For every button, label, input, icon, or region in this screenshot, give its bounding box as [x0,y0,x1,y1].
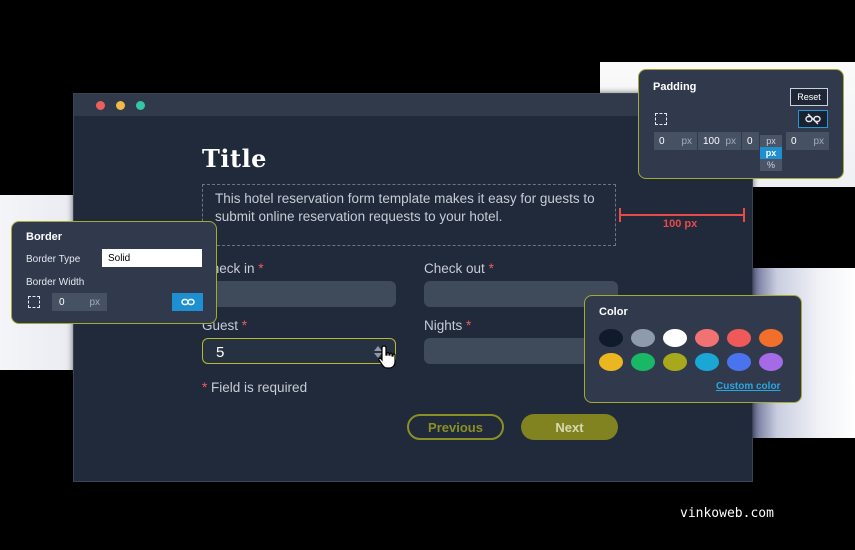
padding-bottom-input[interactable]: 0 [742,132,759,150]
color-swatch[interactable] [599,329,623,347]
padding-right-input[interactable]: 100 px [698,132,741,150]
measure-tick-right [743,208,745,222]
color-swatch[interactable] [695,329,719,347]
color-swatch[interactable] [695,353,719,371]
border-panel-title: Border [26,231,63,243]
border-type-select[interactable]: Solid [102,249,202,267]
all-sides-icon [655,113,667,125]
unit-option[interactable]: px [760,135,782,147]
custom-color-link[interactable]: Custom color [716,381,780,392]
previous-button[interactable]: Previous [407,414,504,440]
border-width-value: 0 [59,296,65,308]
padding-top-value: 0 [659,135,665,147]
maximize-window-dot[interactable] [136,101,145,110]
padding-top-unit: px [681,135,692,147]
required-note-text: Field is required [211,380,308,395]
color-swatch[interactable] [631,329,655,347]
nights-label-text: Nights [424,318,463,333]
border-width-input[interactable]: 0 px [52,293,107,311]
padding-right-unit: px [725,135,736,147]
check-out-label-text: Check out [424,261,485,276]
color-panel-title: Color [599,306,628,318]
check-out-label: Check out * [424,261,494,276]
border-width-unit: px [89,296,100,308]
padding-right-value: 100 [703,135,720,147]
form-description: This hotel reservation form template mak… [215,191,595,224]
measure-label: 100 px [663,218,698,230]
nights-label: Nights * [424,318,471,333]
color-swatch[interactable] [759,353,783,371]
padding-panel-title: Padding [653,81,697,93]
required-note-mark: * [202,380,208,395]
color-swatch[interactable] [599,353,623,371]
color-panel: Color Custom color [584,295,802,403]
all-sides-icon [28,296,40,308]
reset-button[interactable]: Reset [790,88,828,106]
color-swatch[interactable] [631,353,655,371]
border-type-label: Border Type [26,254,81,265]
required-mark: * [241,318,248,333]
color-swatch[interactable] [663,329,687,347]
minimize-window-dot[interactable] [116,101,125,110]
required-mark: * [466,318,472,333]
unlink-icon [805,113,821,125]
border-width-label: Border Width [26,277,85,288]
padding-left-input[interactable]: 0 px [786,132,829,150]
measure-tick-left [619,208,621,222]
color-swatch[interactable] [759,329,783,347]
padding-bottom-value: 0 [747,135,753,147]
unlink-values-button[interactable] [798,110,828,128]
border-panel: Border Border Type Solid Border Width 0 … [11,221,217,324]
watermark: vinkoweb.com [680,506,774,521]
color-swatch[interactable] [663,353,687,371]
padding-left-unit: px [813,135,824,147]
color-swatch[interactable] [727,329,751,347]
padding-panel: Padding Reset 0 px 100 px 0 px px % 0 px [638,69,844,179]
unit-option-selected[interactable]: px [760,147,782,159]
check-in-input[interactable] [202,281,396,307]
next-button[interactable]: Next [521,414,618,440]
unit-dropdown[interactable]: px px % [760,135,782,171]
unit-option-percent[interactable]: % [760,159,782,171]
padding-top-input[interactable]: 0 px [654,132,697,150]
form-title: Title [202,144,267,173]
required-mark: * [258,261,264,276]
link-icon [180,298,195,306]
link-values-button[interactable] [172,293,203,311]
color-swatch[interactable] [727,353,751,371]
guest-value: 5 [216,344,225,361]
hand-pointer-cursor-icon [378,345,396,369]
required-note: * Field is required [202,380,307,395]
required-mark: * [488,261,494,276]
close-window-dot[interactable] [96,101,105,110]
measure-line [619,214,745,216]
padding-left-value: 0 [791,135,797,147]
guest-number-input[interactable] [202,338,396,364]
